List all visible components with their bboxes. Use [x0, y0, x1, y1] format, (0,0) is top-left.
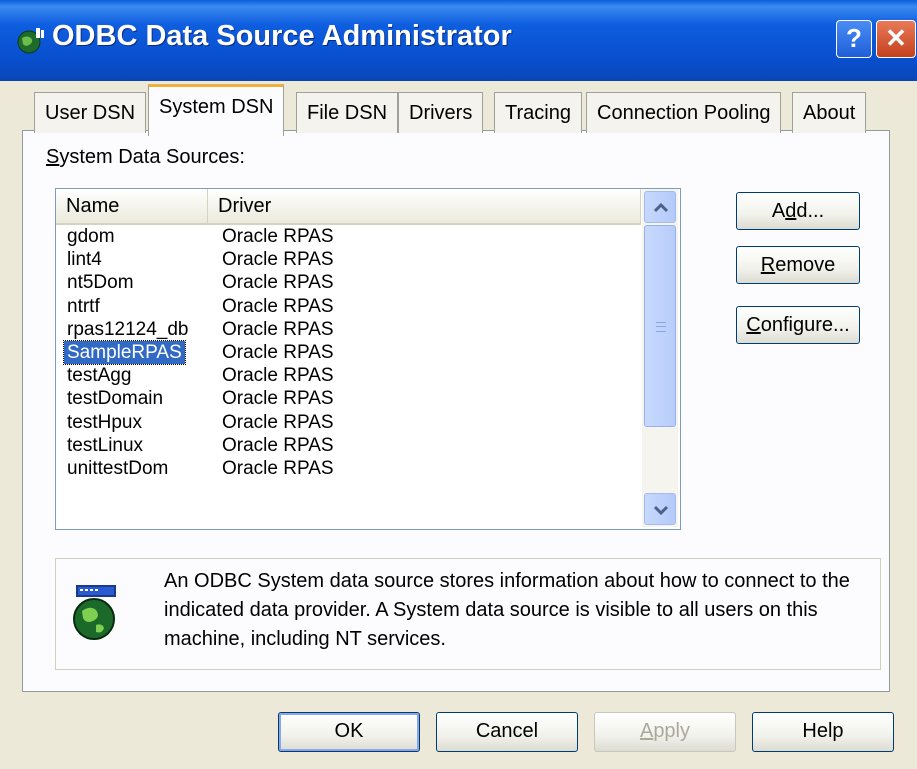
- configure-label-post: onfigure...: [760, 314, 850, 336]
- dsn-name: testLinux: [67, 434, 144, 456]
- list-rows: gdom Oracle RPAS lint4 Oracle RPAS nt5Dom O…: [56, 225, 641, 480]
- dsn-driver: Oracle RPAS: [222, 388, 334, 410]
- dsn-driver: Oracle RPAS: [222, 295, 334, 317]
- list-item-selected[interactable]: SampleRPAS Oracle RPAS: [56, 339, 641, 365]
- grip-icon: [656, 322, 666, 332]
- ok-button[interactable]: OK: [278, 712, 420, 752]
- globe-database-icon: [17, 28, 44, 54]
- configure-mnemonic: C: [746, 314, 761, 336]
- dsn-driver: Oracle RPAS: [222, 341, 334, 363]
- dsn-driver: Oracle RPAS: [222, 249, 334, 271]
- tab-system-dsn[interactable]: System DSN: [148, 84, 285, 136]
- column-header-name[interactable]: Name: [56, 189, 208, 223]
- dsn-driver: Oracle RPAS: [222, 318, 334, 340]
- apply-mnemonic: A: [639, 720, 654, 742]
- dsn-name: lint4: [67, 249, 102, 271]
- data-sources-list[interactable]: Name Driver gdom Oracle RPAS lint4 Oracle …: [55, 188, 681, 530]
- dsn-name: SampleRPAS: [63, 339, 186, 365]
- list-item[interactable]: testLinux Oracle RPAS: [56, 434, 641, 457]
- add-mnemonic: d: [785, 200, 797, 222]
- odbc-globe-icon: [73, 585, 116, 640]
- dsn-name: rpas12124_db: [67, 318, 189, 340]
- apply-label-post: pply: [653, 720, 691, 742]
- list-item[interactable]: gdom Oracle RPAS: [56, 225, 641, 248]
- help-title-button[interactable]: ?: [836, 20, 872, 58]
- add-label-post: d...: [796, 200, 825, 222]
- cancel-button[interactable]: Cancel: [436, 712, 578, 752]
- list-item[interactable]: ntrtf Oracle RPAS: [56, 295, 641, 318]
- list-item[interactable]: lint4 Oracle RPAS: [56, 248, 641, 271]
- dsn-name: unittestDom: [67, 457, 169, 479]
- dsn-driver: Oracle RPAS: [222, 226, 334, 247]
- dsn-name: nt5Dom: [67, 272, 134, 294]
- tab-connection-pooling[interactable]: Connection Pooling: [586, 92, 782, 133]
- apply-button[interactable]: Apply: [594, 712, 736, 752]
- dsn-name: testHpux: [67, 411, 142, 433]
- dsn-name: gdom: [67, 226, 115, 247]
- dsn-driver: Oracle RPAS: [222, 411, 334, 433]
- info-text: An ODBC System data source stores inform…: [164, 570, 850, 650]
- info-box: An ODBC System data source stores inform…: [55, 558, 881, 670]
- list-header: Name Driver: [56, 189, 641, 225]
- dsn-name: testDomain: [67, 388, 164, 410]
- list-item[interactable]: rpas12124_db Oracle RPAS: [56, 318, 641, 341]
- scroll-up-button[interactable]: [644, 191, 676, 223]
- vertical-scrollbar[interactable]: [642, 189, 678, 527]
- window-title: ODBC Data Source Administrator: [52, 20, 512, 52]
- add-button[interactable]: Add...: [736, 192, 860, 230]
- chevron-down-icon: [653, 505, 669, 516]
- scroll-down-button[interactable]: [644, 493, 676, 525]
- scroll-thumb[interactable]: [644, 225, 676, 427]
- title-bar[interactable]: ODBC Data Source Administrator ? ✕: [0, 0, 917, 81]
- tab-tracing[interactable]: Tracing: [494, 92, 582, 133]
- dsn-driver: Oracle RPAS: [222, 457, 334, 479]
- remove-mnemonic: R: [760, 254, 776, 276]
- add-label-pre: A: [771, 200, 786, 222]
- list-item[interactable]: testAgg Oracle RPAS: [56, 364, 641, 387]
- mnemonic-s: S: [46, 146, 60, 168]
- tab-about[interactable]: About: [792, 92, 867, 133]
- system-data-sources-label: System Data Sources:: [46, 146, 245, 169]
- close-button[interactable]: ✕: [876, 20, 916, 58]
- list-item[interactable]: testHpux Oracle RPAS: [56, 411, 641, 434]
- list-item[interactable]: testDomain Oracle RPAS: [56, 387, 641, 410]
- configure-button[interactable]: Configure...: [736, 306, 860, 344]
- dsn-name: ntrtf: [67, 295, 100, 317]
- tab-file-dsn[interactable]: File DSN: [296, 92, 399, 133]
- dsn-driver: Oracle RPAS: [222, 365, 334, 387]
- tab-drivers[interactable]: Drivers: [398, 92, 484, 133]
- list-item[interactable]: unittestDom Oracle RPAS: [56, 457, 641, 480]
- column-header-driver[interactable]: Driver: [208, 189, 641, 223]
- list-item[interactable]: nt5Dom Oracle RPAS: [56, 271, 641, 294]
- dsn-name: testAgg: [67, 365, 132, 387]
- remove-button[interactable]: Remove: [736, 246, 860, 284]
- remove-label-post: emove: [775, 254, 836, 276]
- dsn-driver: Oracle RPAS: [222, 272, 334, 294]
- dsn-driver: Oracle RPAS: [222, 434, 334, 456]
- section-label-rest: ystem Data Sources:: [59, 146, 245, 168]
- chevron-up-icon: [653, 202, 669, 213]
- tab-user-dsn[interactable]: User DSN: [34, 92, 147, 133]
- help-button[interactable]: Help: [752, 712, 894, 752]
